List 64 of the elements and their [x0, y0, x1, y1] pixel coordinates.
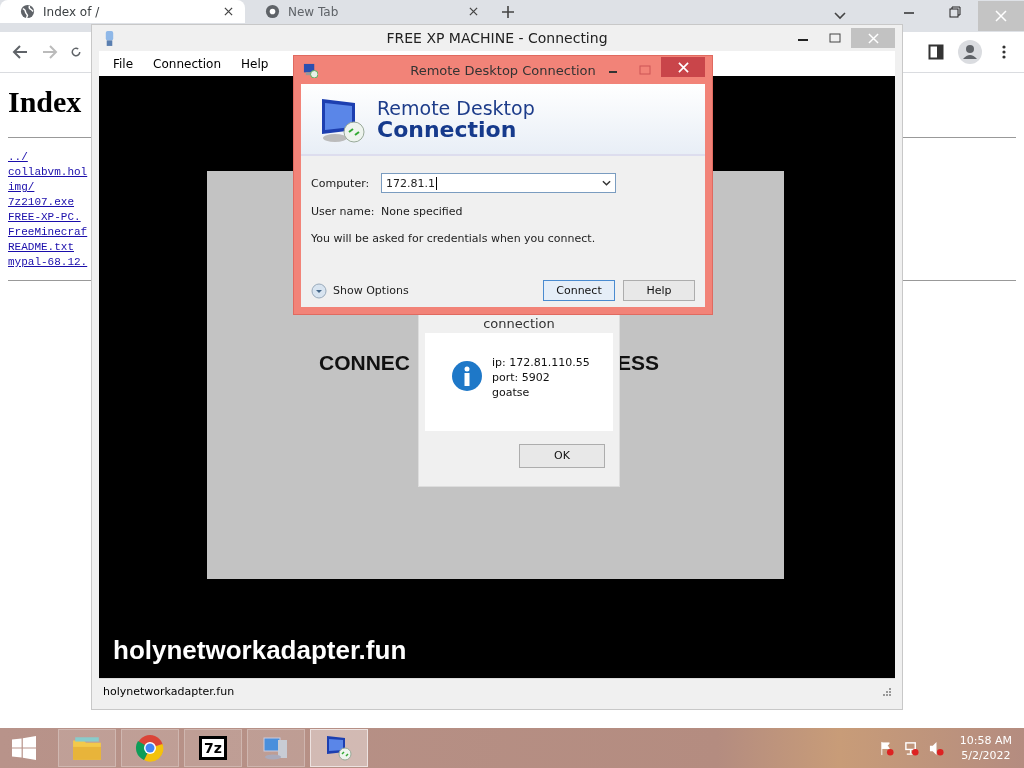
reload-icon[interactable] [70, 45, 82, 59]
chevron-down-icon[interactable] [834, 12, 846, 20]
remote-desktop-icon [324, 734, 354, 762]
new-tab-icon[interactable] [502, 6, 514, 18]
resize-grip-icon[interactable] [881, 686, 891, 696]
menu-item[interactable]: File [113, 56, 134, 71]
dialog-button[interactable]: Help [623, 280, 695, 301]
app-logo: 7z [199, 736, 227, 760]
flag-icon[interactable] [878, 740, 894, 756]
dropdown-icon[interactable] [602, 180, 611, 186]
close-button[interactable] [661, 57, 705, 77]
expand-icon[interactable] [311, 282, 327, 299]
field-value: None specified [381, 204, 463, 218]
network-icon[interactable] [903, 740, 919, 756]
file-link[interactable]: FREE-XP-PC. [8, 210, 81, 225]
windows-logo-icon[interactable] [12, 736, 36, 760]
remote-desktop-icon [303, 62, 318, 78]
file-link[interactable]: img/ [8, 180, 35, 195]
message-text: goatse [492, 385, 531, 400]
dialog-title: connection [483, 315, 555, 331]
info-icon [452, 361, 482, 391]
computer-field[interactable]: 172.81.1 [381, 173, 616, 193]
page-heading: Index [8, 85, 82, 119]
sidebar-icon[interactable] [928, 44, 944, 60]
file-link[interactable]: collabvm.hol [8, 165, 88, 180]
info-text: You will be asked for credentials when you connect. [311, 232, 597, 245]
close-icon[interactable] [469, 7, 478, 16]
file-link[interactable]: 7z2107.exe [8, 195, 74, 210]
globe-icon [20, 4, 35, 19]
profile-icon[interactable] [958, 40, 982, 64]
menu-item[interactable]: Help [241, 56, 269, 71]
site-name: holynetworkadapter.fun [113, 635, 408, 666]
banner-text: CONNEC [319, 351, 410, 375]
field-label: User name: [311, 204, 376, 218]
maximize-icon[interactable] [829, 32, 841, 44]
header-title: Remote Desktop [377, 97, 535, 119]
close-icon [677, 61, 689, 73]
message-text: port: 5902 [492, 370, 551, 385]
status-text: holynetworkadapter.fun [103, 684, 235, 698]
browser-tab[interactable]: Index of / [0, 0, 245, 23]
file-link[interactable]: README.txt [8, 240, 74, 255]
speaker-icon[interactable] [928, 740, 944, 756]
menu-item[interactable]: Connection [153, 56, 221, 71]
file-link[interactable]: FreeMinecraf [8, 225, 88, 240]
browser-tab[interactable]: New Tab [245, 0, 490, 23]
computer-icon [103, 29, 116, 47]
close-icon [995, 10, 1007, 22]
window-title: FREE XP MACHINE - Connecting [386, 30, 608, 46]
file-link[interactable]: ../ [8, 150, 28, 165]
field-label: Computer: [311, 176, 371, 190]
back-icon[interactable] [12, 44, 28, 60]
taskbar-button[interactable]: 7z [184, 729, 242, 767]
restore-icon[interactable] [949, 6, 961, 18]
show-options-link[interactable]: Show Options [311, 282, 409, 299]
header-title: Connection [377, 119, 517, 141]
close-icon[interactable] [224, 7, 233, 16]
file-link[interactable]: mypal-68.12. [8, 255, 88, 270]
message-text: ip: 172.81.110.55 [492, 355, 590, 370]
dialog-button[interactable]: Connect [543, 280, 615, 301]
folder-icon [72, 734, 102, 762]
taskbar-button[interactable] [310, 729, 368, 767]
ok-button[interactable]: OK [519, 443, 605, 468]
dialog-title: Remote Desktop Connection [410, 62, 596, 78]
close-icon [867, 32, 879, 44]
